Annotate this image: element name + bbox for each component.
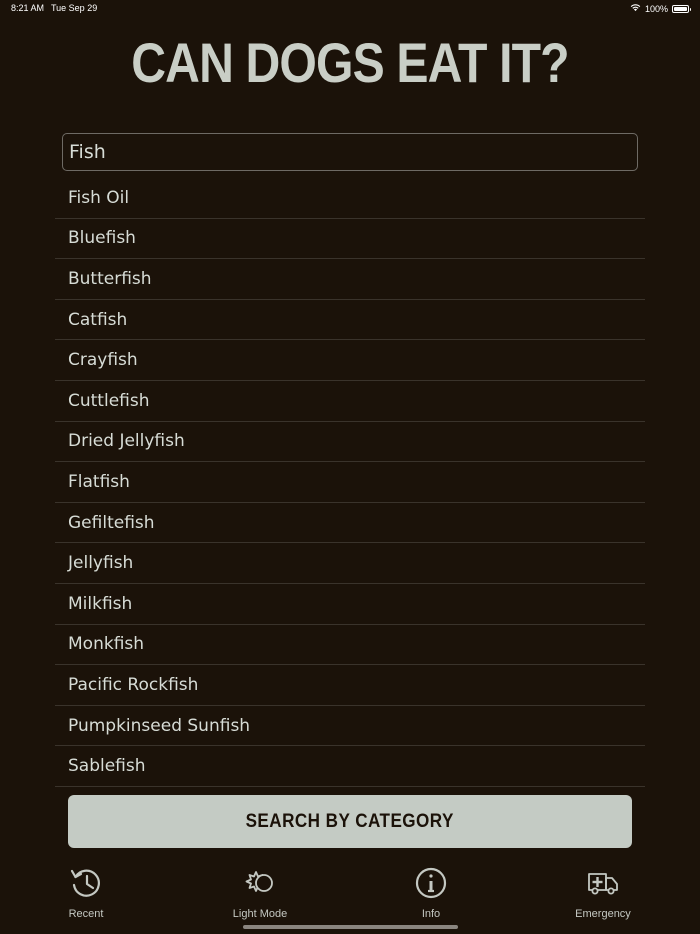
info-icon: [414, 866, 448, 904]
list-item[interactable]: Gefiltefish: [55, 503, 645, 544]
list-item[interactable]: Butterfish: [55, 259, 645, 300]
list-item[interactable]: Cuttlefish: [55, 381, 645, 422]
tab-light-mode-label: Light Mode: [232, 908, 288, 920]
wifi-icon: [630, 3, 641, 14]
app-screen: 8:21 AM Tue Sep 29 100% CAN DOGS EAT IT?…: [0, 0, 700, 934]
list-item[interactable]: Dried Jellyfish: [55, 422, 645, 463]
list-item[interactable]: Sablefish: [55, 746, 645, 787]
list-item[interactable]: Milkfish: [55, 584, 645, 625]
tab-recent[interactable]: Recent: [36, 866, 136, 920]
list-item[interactable]: Jellyfish: [55, 543, 645, 584]
tab-bar: Recent Light Mode Info Emergency: [0, 866, 700, 926]
tab-recent-label: Recent: [68, 908, 104, 920]
status-bar: 8:21 AM Tue Sep 29 100%: [0, 0, 700, 18]
status-time: 8:21 AM: [11, 3, 45, 13]
list-item[interactable]: Crayfish: [55, 340, 645, 381]
list-item[interactable]: Monkfish: [55, 625, 645, 666]
home-indicator[interactable]: [243, 925, 458, 929]
list-item[interactable]: Catfish: [55, 300, 645, 341]
list-item[interactable]: Bluefish: [55, 219, 645, 260]
status-date: Tue Sep 29: [51, 3, 98, 13]
search-by-category-button[interactable]: SEARCH BY CATEGORY: [68, 795, 632, 848]
tab-light-mode[interactable]: Light Mode: [210, 866, 310, 920]
list-item[interactable]: Flatfish: [55, 462, 645, 503]
tab-info[interactable]: Info: [381, 866, 481, 920]
search-input[interactable]: [62, 133, 638, 171]
battery-percent: 100%: [644, 3, 668, 14]
list-item[interactable]: Pacific Rockfish: [55, 665, 645, 706]
light-mode-icon: [243, 866, 277, 904]
page-title: CAN DOGS EAT IT?: [131, 31, 569, 94]
search-by-category-label: SEARCH BY CATEGORY: [245, 810, 455, 832]
tab-emergency[interactable]: Emergency: [553, 866, 653, 920]
battery-icon: [672, 4, 691, 13]
status-right: 100%: [630, 3, 691, 14]
list-item[interactable]: Pumpkinseed Sunfish: [55, 706, 645, 747]
tab-info-label: Info: [421, 908, 441, 920]
tab-emergency-label: Emergency: [575, 908, 631, 920]
results-list: Fish Oil Bluefish Butterfish Catfish Crayfis…: [55, 178, 645, 787]
history-icon: [69, 866, 103, 904]
list-item[interactable]: Fish Oil: [55, 178, 645, 219]
ambulance-icon: [586, 866, 620, 904]
